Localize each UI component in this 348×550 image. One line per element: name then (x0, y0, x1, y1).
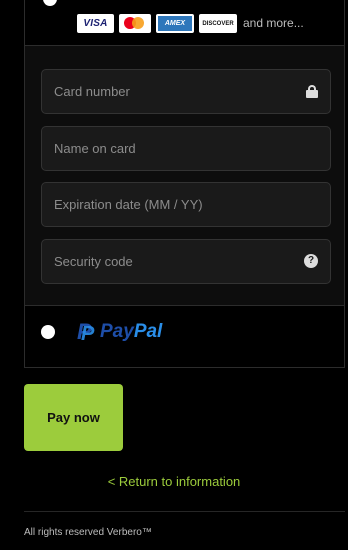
card-number-input[interactable] (42, 70, 330, 113)
pay-now-button[interactable]: Pay now (24, 384, 123, 451)
visa-logo: VISA (77, 14, 114, 33)
expiration-input[interactable] (42, 183, 330, 226)
footer-text: All rights reserved Verbero™ (24, 527, 152, 538)
amex-logo-text: AMEX (158, 16, 192, 31)
name-on-card-input[interactable] (42, 127, 330, 170)
payment-methods-panel: VISA AMEX DISCOVER and more... ? (24, 0, 345, 368)
question-icon[interactable]: ? (304, 254, 318, 268)
mastercard-orange-circle (132, 17, 144, 29)
name-on-card-field (41, 126, 331, 171)
paypal-wordmark: PayPal (100, 321, 163, 342)
credit-card-radio[interactable] (43, 0, 57, 6)
security-code-field: ? (41, 239, 331, 284)
discover-logo: DISCOVER (199, 14, 237, 33)
paypal-radio[interactable] (41, 325, 55, 339)
mastercard-logo (119, 14, 151, 33)
lock-icon (306, 85, 318, 98)
card-form: ? (25, 46, 344, 306)
paypal-p-icon: PP (77, 319, 95, 346)
more-brands-label: and more... (243, 16, 304, 30)
expiration-field (41, 182, 331, 227)
amex-logo: AMEX (156, 14, 194, 33)
card-number-field (41, 69, 331, 114)
security-code-input[interactable] (42, 240, 330, 283)
return-to-information-link[interactable]: < Return to information (0, 474, 348, 489)
card-brands-row: VISA AMEX DISCOVER and more... (25, 0, 344, 46)
paypal-option[interactable]: PP PayPal (25, 306, 344, 368)
footer-divider (24, 511, 345, 512)
paypal-logo: PP PayPal (77, 319, 163, 346)
